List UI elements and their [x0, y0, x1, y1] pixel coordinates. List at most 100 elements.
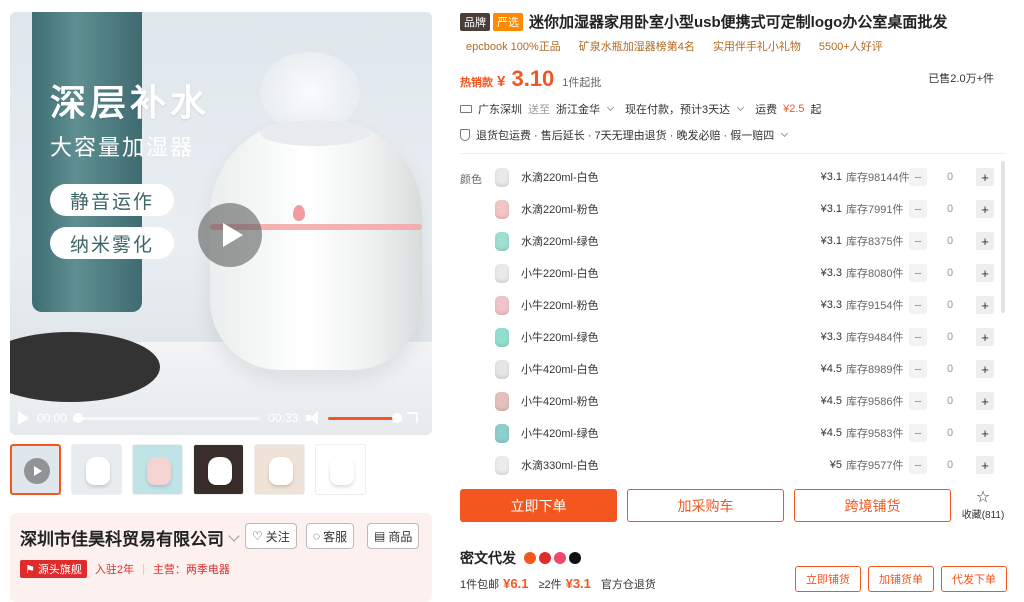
- sku-swatch[interactable]: [495, 327, 509, 347]
- decrease-quantity-button[interactable]: −: [909, 296, 927, 314]
- tag[interactable]: 矿泉水瓶加湿器榜第4名: [579, 38, 695, 54]
- thumbnail[interactable]: [193, 444, 244, 495]
- quantity-input[interactable]: 0: [941, 427, 959, 439]
- dropship-pricing: 1件包邮 ¥6.1 ≥2件 ¥3.1 官方仓退货: [460, 576, 656, 592]
- thumbnail[interactable]: [315, 444, 366, 495]
- decrease-quantity-button[interactable]: −: [909, 168, 927, 186]
- decrease-quantity-button[interactable]: −: [909, 200, 927, 218]
- sku-swatch[interactable]: [495, 263, 509, 283]
- decrease-quantity-button[interactable]: −: [909, 264, 927, 282]
- sku-swatch[interactable]: [495, 391, 509, 411]
- product-video-player[interactable]: 深层补水 大容量加湿器 静音运作 纳米雾化 00:00 00:33: [10, 12, 432, 435]
- quantity-input[interactable]: 0: [941, 331, 959, 343]
- add-to-cart-button[interactable]: 加采购车: [627, 489, 784, 522]
- tag[interactable]: 实用伴手礼小礼物: [713, 38, 801, 54]
- decrease-quantity-button[interactable]: −: [909, 232, 927, 250]
- shop-years: 入驻2年: [94, 564, 134, 576]
- dropship-order-button[interactable]: 代发下单: [941, 566, 1007, 592]
- volume-slider[interactable]: [328, 412, 403, 423]
- decrease-quantity-button[interactable]: −: [909, 456, 927, 474]
- sku-name: 小牛420ml-绿色: [521, 428, 599, 440]
- increase-quantity-button[interactable]: +: [976, 424, 994, 442]
- sku-stock: 库存9583件: [846, 428, 904, 440]
- sku-stock: 库存9586件: [846, 396, 904, 408]
- sku-swatch[interactable]: [495, 167, 509, 187]
- quantity-input[interactable]: 0: [941, 267, 959, 279]
- thumbnail[interactable]: [71, 444, 122, 495]
- dropship-title: 密文代发: [460, 550, 516, 566]
- service-row[interactable]: 退货包运费 · 售后延长 · 7天无理由退货 · 晚发必赔 · 假一赔四: [460, 127, 793, 143]
- sku-price: ¥3.1: [820, 171, 842, 183]
- chevron-down-icon[interactable]: [737, 103, 745, 112]
- sku-row: 水滴220ml-白色 ¥3.1 库存98144件 − 0 +: [490, 161, 1000, 193]
- increase-quantity-button[interactable]: +: [976, 360, 994, 378]
- shop-card: 深圳市佳昊科贸易有限公司 ♡ 关注 ◌ 客服 ▤ 商品 ⚑ 源头旗舰 入驻2年 | 主营…: [10, 513, 432, 602]
- sku-name: 水滴220ml-粉色: [521, 204, 599, 216]
- decrease-quantity-button[interactable]: −: [909, 328, 927, 346]
- favorite-button[interactable]: ☆ 收藏(811): [959, 489, 1007, 522]
- star-icon: ☆: [975, 489, 991, 506]
- increase-quantity-button[interactable]: +: [976, 296, 994, 314]
- cross-border-button[interactable]: 跨境铺货: [794, 489, 951, 522]
- buy-now-button[interactable]: 立即下单: [460, 489, 617, 522]
- increase-quantity-button[interactable]: +: [976, 264, 994, 282]
- shop-name[interactable]: 深圳市佳昊科贸易有限公司: [20, 525, 422, 550]
- volume-knob[interactable]: [392, 412, 403, 423]
- list-now-button[interactable]: 立即铺货: [795, 566, 861, 592]
- increase-quantity-button[interactable]: +: [976, 456, 994, 474]
- truck-icon: [460, 105, 472, 113]
- decrease-quantity-button[interactable]: −: [909, 392, 927, 410]
- sku-swatch[interactable]: [495, 359, 509, 379]
- sku-swatch[interactable]: [495, 455, 509, 475]
- sku-price: ¥3.3: [820, 331, 842, 343]
- customer-service-button[interactable]: ◌ 客服: [306, 523, 355, 549]
- sold-count: 已售2.0万+件: [928, 73, 994, 85]
- promo-title: 深层补水: [50, 82, 211, 123]
- ship-from: 广东深圳: [478, 104, 522, 116]
- progress-knob[interactable]: [73, 412, 84, 423]
- quantity-input[interactable]: 0: [941, 395, 959, 407]
- increase-quantity-button[interactable]: +: [976, 328, 994, 346]
- sku-scrollbar[interactable]: [1001, 161, 1005, 313]
- increase-quantity-button[interactable]: +: [976, 392, 994, 410]
- play-icon[interactable]: [18, 411, 29, 425]
- sku-price: ¥3.3: [820, 267, 842, 279]
- quantity-input[interactable]: 0: [941, 363, 959, 375]
- increase-quantity-button[interactable]: +: [976, 168, 994, 186]
- chevron-down-icon[interactable]: [781, 129, 789, 138]
- sku-swatch[interactable]: [495, 295, 509, 315]
- play-video-button[interactable]: [198, 203, 262, 267]
- sku-swatch[interactable]: [495, 199, 509, 219]
- quantity-input[interactable]: 0: [941, 203, 959, 215]
- quantity-input[interactable]: 0: [941, 459, 959, 471]
- price: ¥ 3.10: [497, 66, 554, 92]
- increase-quantity-button[interactable]: +: [976, 200, 994, 218]
- product-title: 迷你加湿器家用卧室小型usb便携式可定制logo办公室桌面批发: [529, 14, 948, 31]
- progress-slider[interactable]: [73, 412, 261, 423]
- sku-stock: 库存7991件: [846, 204, 904, 216]
- fullscreen-icon[interactable]: [406, 412, 419, 424]
- thumbnail-video[interactable]: [10, 444, 61, 495]
- increase-quantity-button[interactable]: +: [976, 232, 994, 250]
- sku-swatch[interactable]: [495, 423, 509, 443]
- quantity-input[interactable]: 0: [941, 171, 959, 183]
- delivery-estimate[interactable]: 现在付款，预计3天达: [625, 101, 730, 117]
- sku-stock: 库存9484件: [846, 332, 904, 344]
- quantity-input[interactable]: 0: [941, 299, 959, 311]
- store-icon: ▤: [374, 529, 386, 543]
- decrease-quantity-button[interactable]: −: [909, 424, 927, 442]
- add-list-button[interactable]: 加铺货单: [868, 566, 934, 592]
- thumbnail[interactable]: [254, 444, 305, 495]
- sku-stock: 库存9154件: [846, 300, 904, 312]
- quantity-input[interactable]: 0: [941, 235, 959, 247]
- chevron-down-icon[interactable]: [606, 103, 615, 112]
- volume-icon[interactable]: [306, 411, 320, 425]
- shop-products-button[interactable]: ▤ 商品: [367, 523, 420, 549]
- tag[interactable]: 5500+人好评: [819, 38, 883, 54]
- thumbnail[interactable]: [132, 444, 183, 495]
- sku-swatch[interactable]: [495, 231, 509, 251]
- decrease-quantity-button[interactable]: −: [909, 360, 927, 378]
- strict-selection-badge: 严选: [493, 12, 523, 31]
- follow-button[interactable]: ♡ 关注: [245, 523, 297, 549]
- ship-to[interactable]: 浙江金华: [556, 101, 600, 117]
